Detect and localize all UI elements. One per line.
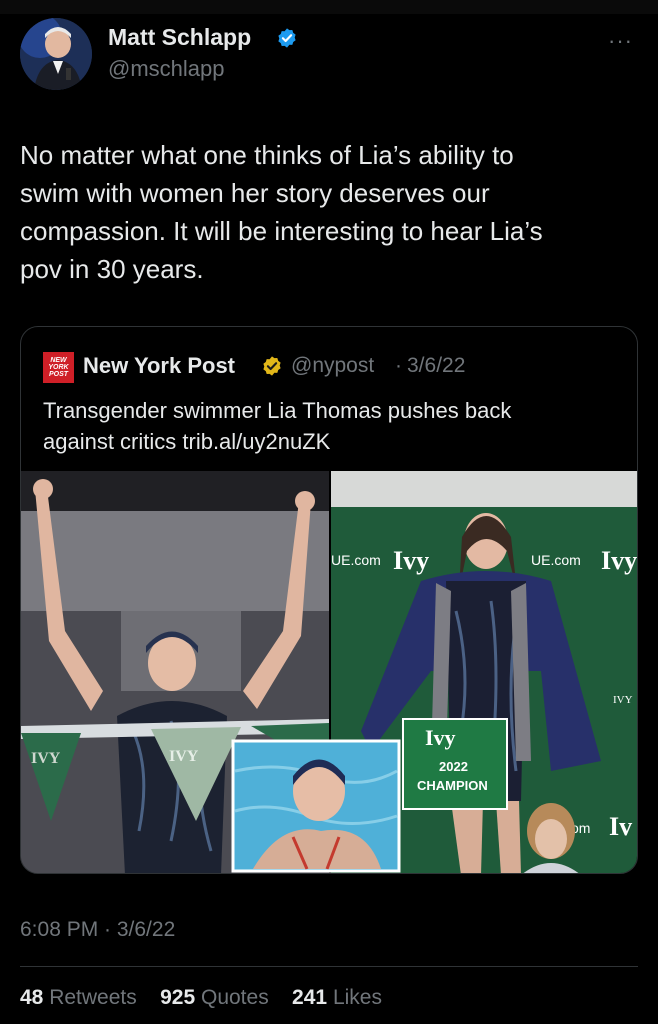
tweet-line: swim with women her story deserves our	[20, 178, 490, 208]
nypost-logo-text: NEW YORK POST	[48, 357, 69, 378]
nypost-logo[interactable]: NEW YORK POST	[43, 352, 74, 383]
flag-text-2: IVY	[169, 748, 199, 765]
tweet-line: compassion. It will be interesting to he…	[20, 216, 543, 246]
quoted-date[interactable]: 3/6/22	[407, 354, 465, 378]
tweet-line: No matter what one thinks of Lia’s abili…	[20, 140, 514, 170]
author-handle[interactable]: @mschlapp	[108, 56, 225, 82]
banner-text-right: UE.com	[531, 552, 581, 568]
likes-stat[interactable]: 241 Likes	[292, 986, 382, 1009]
banner-ivy-2: Ivy	[601, 546, 637, 575]
avatar-image	[20, 18, 92, 90]
engagement-stats: 48 Retweets 925 Quotes 241 Likes	[20, 986, 382, 1010]
banner-ivy-3: Iv	[609, 812, 632, 841]
tweet-text: No matter what one thinks of Lia’s abili…	[20, 136, 630, 288]
divider	[20, 966, 638, 967]
quoted-text: Transgender swimmer Lia Thomas pushes ba…	[43, 395, 603, 457]
status-strip	[0, 0, 658, 14]
quotes-label: Quotes	[200, 986, 269, 1009]
flag-text-1: IVY	[31, 750, 61, 767]
retweets-stat[interactable]: 48 Retweets	[20, 986, 137, 1009]
author-name[interactable]: Matt Schlapp	[108, 24, 251, 51]
side-ivy: IVY	[613, 694, 633, 706]
verified-badge-icon	[278, 28, 296, 48]
sign-year: 2022	[439, 759, 468, 774]
quoted-author-name[interactable]: New York Post	[83, 353, 235, 379]
gold-verified-badge-icon	[263, 356, 281, 376]
retweets-label: Retweets	[49, 986, 137, 1009]
quotes-stat[interactable]: 925 Quotes	[160, 986, 269, 1009]
sign-title: CHAMPION	[417, 778, 488, 793]
sign-ivy: Ivy	[425, 725, 456, 750]
tweet-timestamp[interactable]: 6:08 PM · 3/6/22	[20, 918, 175, 942]
banner-ivy: Ivy	[393, 546, 429, 575]
likes-label: Likes	[332, 986, 382, 1009]
quoted-line: against critics trib.al/uy2nuZK	[43, 429, 331, 454]
quotes-count: 925	[160, 986, 196, 1009]
retweets-count: 48	[20, 986, 44, 1009]
media-inset-photo[interactable]	[231, 739, 401, 873]
tweet-line: pov in 30 years.	[20, 254, 204, 284]
quoted-line: Transgender swimmer Lia Thomas pushes ba…	[43, 398, 512, 423]
quoted-author-handle[interactable]: @nypost	[291, 354, 374, 378]
quoted-media[interactable]: IVY IVY UE.com Ivy UE.com Ivy IVY om Iv	[21, 471, 638, 874]
author-avatar[interactable]	[20, 18, 92, 90]
likes-count: 241	[292, 986, 328, 1009]
more-icon[interactable]: ···	[608, 28, 633, 54]
quoted-separator: ·	[395, 354, 402, 377]
quoted-tweet[interactable]: NEW YORK POST New York Post @nypost · 3/…	[20, 326, 638, 874]
banner-text-left: UE.com	[331, 552, 381, 568]
